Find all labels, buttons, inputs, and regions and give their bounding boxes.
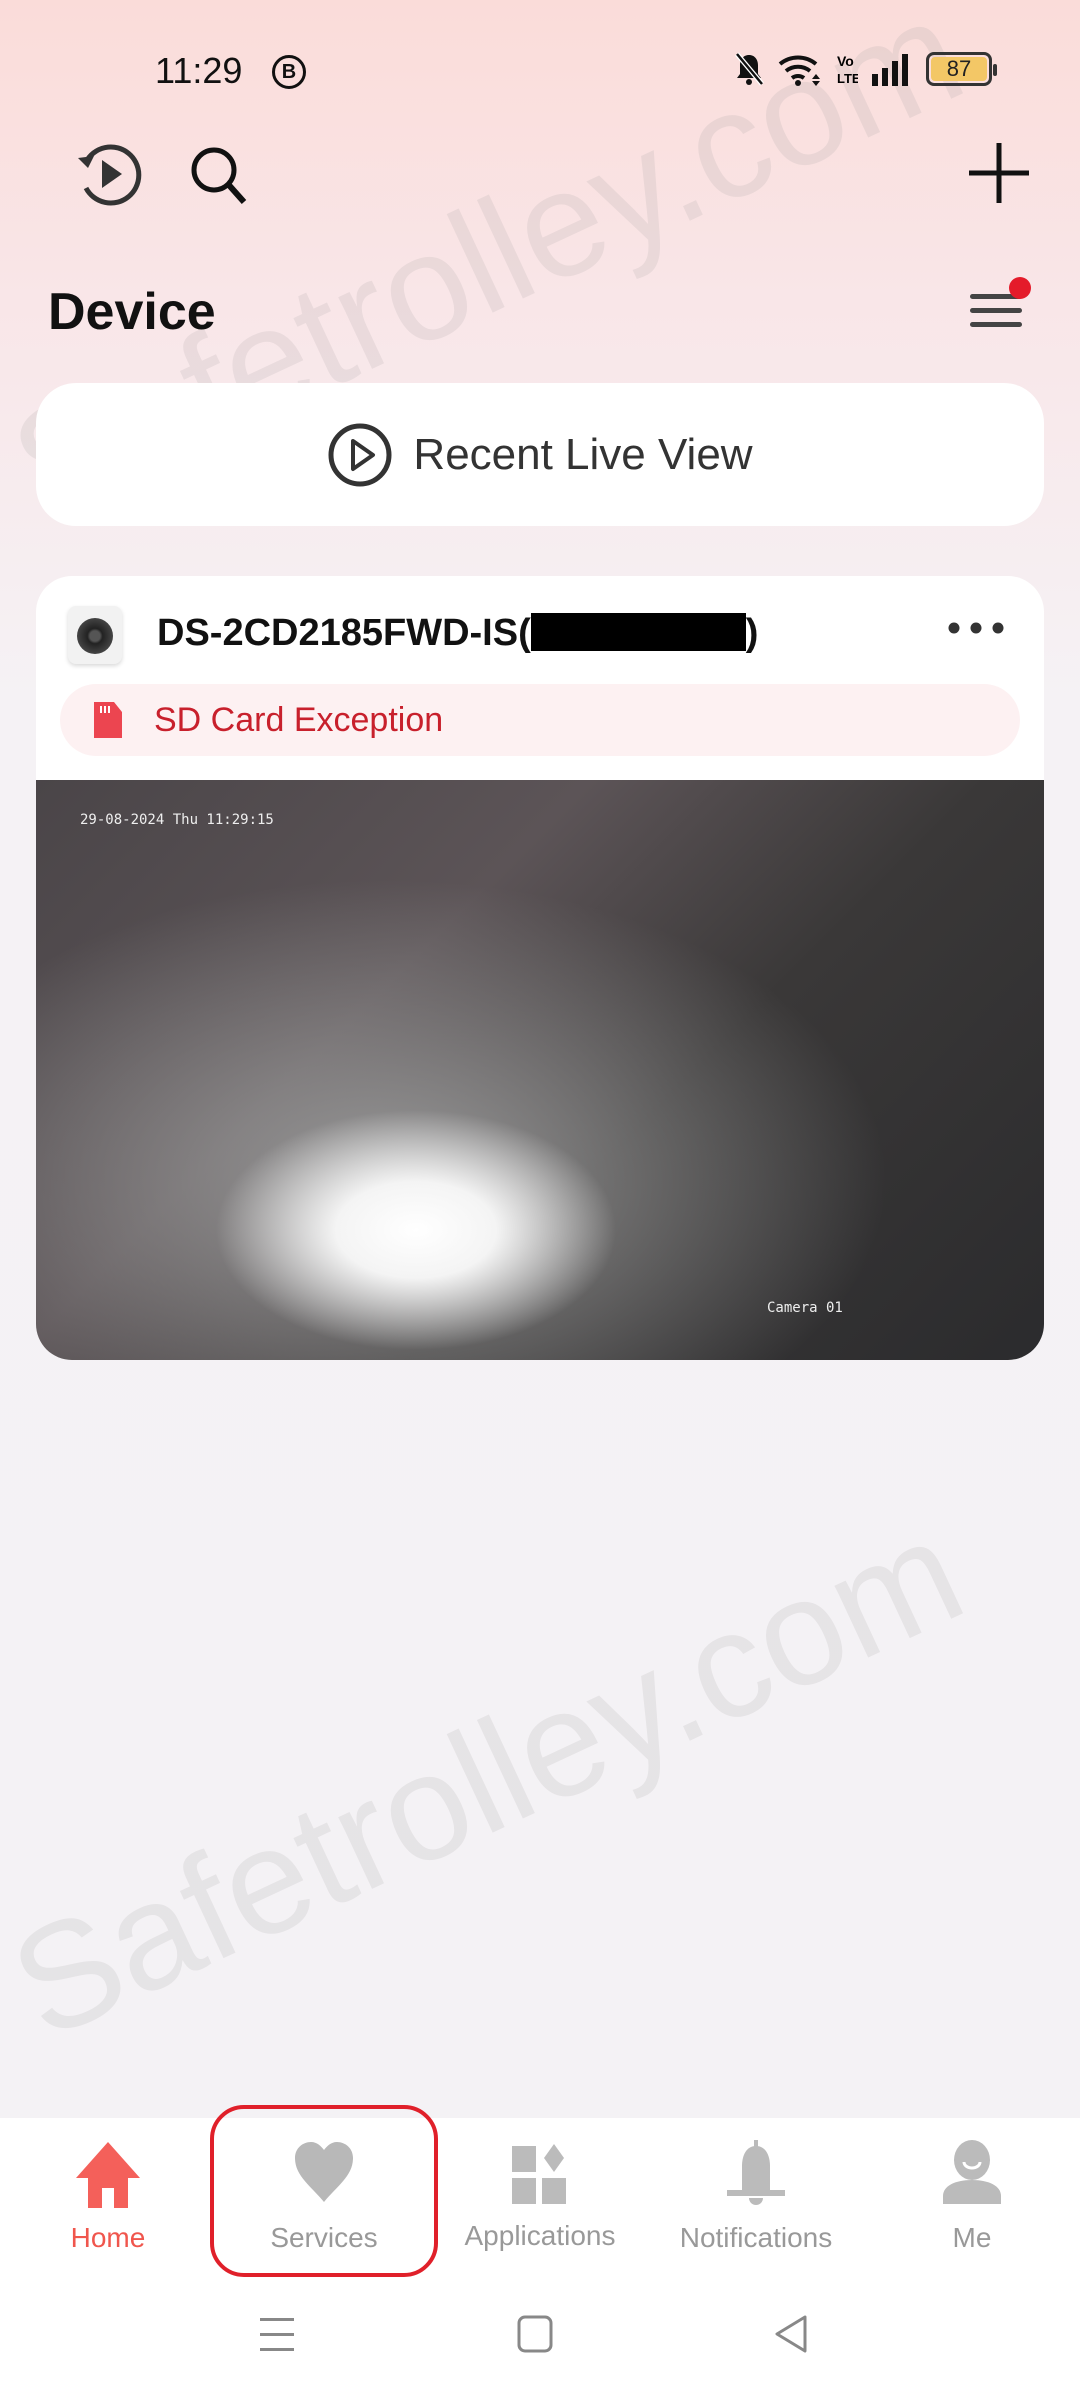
- nav-notifications[interactable]: Notifications: [648, 2140, 864, 2254]
- nav-applications-label: Applications: [464, 2220, 616, 2251]
- recents-icon[interactable]: [256, 2314, 296, 2354]
- volte-icon: Vo LTE: [837, 53, 858, 86]
- play-circle-icon: [328, 423, 392, 486]
- menu-icon[interactable]: [966, 274, 1032, 336]
- device-name: DS-2CD2185FWD-IS(): [157, 612, 759, 654]
- notification-dot: [1009, 277, 1031, 299]
- signal-icon: [872, 54, 908, 86]
- status-time: 11:29: [155, 50, 243, 91]
- watermark: Safetrolley.com: [0, 1485, 986, 2071]
- recent-live-view-label: Recent Live View: [413, 429, 753, 479]
- recent-live-view-button[interactable]: Recent Live View: [36, 383, 1044, 526]
- nav-home[interactable]: Home: [0, 2140, 216, 2254]
- home-icon: [76, 2142, 140, 2208]
- svg-text:Vo: Vo: [837, 53, 854, 69]
- mute-bell-icon: [735, 52, 764, 86]
- user-icon: [943, 2140, 1001, 2204]
- live-view-thumbnail[interactable]: 29-08-2024 Thu 11:29:15 Camera 01: [36, 780, 1044, 1360]
- camera-icon: [68, 606, 122, 664]
- plus-icon[interactable]: [966, 140, 1032, 206]
- battery-level: 87: [931, 57, 987, 81]
- bell-icon: [727, 2140, 785, 2205]
- back-icon[interactable]: [772, 2314, 812, 2354]
- nav-notifications-label: Notifications: [679, 2222, 833, 2253]
- svg-text:LTE: LTE: [837, 71, 858, 86]
- history-play-icon[interactable]: [72, 138, 144, 210]
- wifi-icon: [778, 55, 820, 86]
- sd-card-alert-text: SD Card Exception: [154, 700, 444, 739]
- nav-me[interactable]: Me: [864, 2140, 1080, 2254]
- battery-icon: 87: [926, 52, 997, 86]
- services-highlight-box: [210, 2105, 438, 2277]
- page-title: Device: [48, 283, 216, 341]
- more-options-icon[interactable]: [946, 620, 1006, 636]
- osd-timestamp: 29-08-2024 Thu 11:29:15: [80, 812, 274, 828]
- nav-home-label: Home: [70, 2222, 146, 2253]
- apps-icon: [512, 2144, 566, 2204]
- sd-card-icon: [94, 702, 122, 738]
- status-icons: Vo LTE 87: [734, 52, 997, 86]
- redacted-serial: [530, 613, 746, 651]
- nav-me-label: Me: [952, 2222, 992, 2253]
- business-badge-icon: B: [272, 55, 306, 89]
- home-system-icon[interactable]: [516, 2314, 556, 2354]
- search-icon[interactable]: [188, 144, 252, 208]
- nav-applications[interactable]: Applications: [432, 2140, 648, 2252]
- bottom-nav: Home Services Applications Notifications…: [0, 2118, 1080, 2400]
- device-card[interactable]: DS-2CD2185FWD-IS() SD Card Exception 29-…: [36, 576, 1044, 1360]
- sd-card-alert[interactable]: SD Card Exception: [60, 684, 1020, 756]
- osd-camera-label: Camera 01: [767, 1300, 843, 1316]
